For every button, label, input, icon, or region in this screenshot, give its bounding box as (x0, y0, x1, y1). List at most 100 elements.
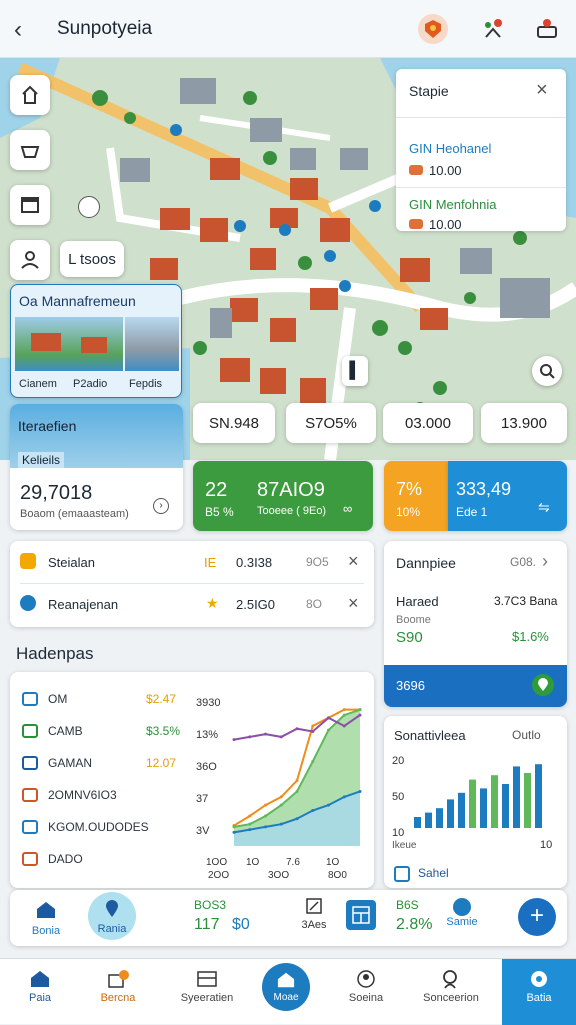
data-point (232, 825, 236, 829)
inbox-icon[interactable] (532, 14, 562, 44)
toolbar-stat: 117 (194, 916, 220, 933)
home-layer-button[interactable] (10, 75, 50, 115)
map-scale-pill[interactable]: L tsoos (60, 241, 124, 277)
list-icon[interactable] (394, 866, 410, 882)
orange-metric-card[interactable]: 7% 10% (384, 461, 448, 531)
close-icon[interactable]: × (536, 79, 548, 102)
data-point (311, 729, 315, 733)
metric-sub: Ede 1 (456, 505, 488, 519)
nav-operations[interactable]: Syeeratien (174, 969, 240, 1004)
nav-search[interactable]: Sonceerion (414, 969, 488, 1004)
detail-value: $1.6% (512, 629, 549, 644)
toolbar-home[interactable]: Bonia (28, 900, 64, 937)
city-map[interactable]: L tsoos Stapie × GIN Heohanel 10.00 GIN … (0, 58, 576, 460)
nav-social[interactable]: Soeina (336, 969, 396, 1004)
filter-icon (20, 595, 36, 611)
basket-icon[interactable] (10, 130, 50, 170)
metric-value: 22 (205, 479, 228, 501)
info-icon[interactable]: › (153, 498, 169, 514)
data-point (342, 708, 346, 712)
popup-item-name: GIN Menfohnia (409, 197, 497, 212)
bar-chart-right-label: Outlo (512, 728, 541, 742)
place-preview-card[interactable]: Oa Mannafremeun Cianem P2adio Fepdis (10, 284, 182, 398)
bar-chart: 205010Ikeue 10 (392, 755, 552, 851)
badge-icon[interactable] (418, 14, 448, 44)
data-point (264, 803, 267, 807)
nav-recent[interactable]: Bercna (88, 969, 148, 1004)
preview-caption: Cianem (19, 378, 57, 390)
layers-icon[interactable] (10, 185, 50, 225)
detail-card[interactable]: Dannpiee G08. › Haraed 3.7C3 Bana Boome … (384, 541, 567, 707)
toolbar-edit[interactable]: 3Aes (296, 898, 332, 931)
location-share-icon[interactable] (478, 14, 508, 44)
bar (469, 779, 476, 828)
legend-icon (22, 852, 38, 866)
popup-item-name: GIN Heohanel (409, 141, 492, 156)
bar (535, 764, 542, 828)
data-point (311, 809, 315, 813)
data-point (232, 830, 236, 834)
calculator-icon[interactable] (346, 900, 376, 930)
chevron-right-icon[interactable]: › (542, 551, 548, 572)
y-tick-label: 3930 (196, 697, 220, 709)
nav-data[interactable]: Batia (502, 959, 576, 1025)
search-icon[interactable] (532, 356, 562, 386)
metric-sub: 10% (396, 505, 421, 519)
legend-label: 2OMNV6IO3 (48, 788, 117, 802)
user-location-icon[interactable] (10, 240, 50, 280)
detail-label: Haraed (396, 594, 439, 609)
x-tick-label: 1O (246, 857, 260, 868)
stat-chip[interactable]: 03.000 (383, 403, 473, 443)
link-icon[interactable]: ∞ (343, 501, 352, 516)
app-header: ‹ Sunpotyeia (0, 0, 576, 58)
toolbar-stat: $0 (232, 916, 250, 933)
popup-title: Stapie (409, 83, 449, 99)
filter-label: Steialan (48, 555, 95, 570)
pin-icon[interactable] (78, 196, 100, 218)
toolbar-label: Samie (446, 916, 478, 928)
stat-chip[interactable]: SN.948 (193, 403, 275, 443)
nav-label: Paia (28, 992, 52, 1004)
pin-icon[interactable] (532, 674, 554, 696)
bar (425, 812, 432, 828)
close-icon[interactable]: × (348, 551, 359, 572)
bar (447, 799, 454, 828)
map-marker[interactable]: ▌ (342, 356, 368, 386)
data-point (248, 822, 252, 826)
data-point (264, 814, 267, 818)
filter-v3: 8O (306, 597, 323, 611)
summary-card[interactable]: Iteraefien Kelieils 29,7018 Boaom (emaaa… (10, 404, 183, 530)
blue-metric-card[interactable]: 333,49 Ede 1 ⇋ (448, 461, 567, 531)
nav-main[interactable]: Moae (262, 963, 310, 1011)
y-tick-label: 37 (196, 793, 208, 805)
green-metric-card[interactable]: 22 87AIO9 B5 % Tooeee ( 9Eo) ∞ (193, 461, 373, 531)
summary-sub: Boaom (emaaasteam) (20, 508, 129, 520)
summary-tag: Kelieils (18, 452, 65, 468)
share-icon[interactable]: ⇋ (538, 499, 550, 516)
legend-icon (22, 788, 38, 802)
data-point (248, 814, 252, 818)
detail-footer[interactable]: 3696 (384, 665, 567, 707)
toolbar-save[interactable]: Samie (444, 898, 480, 928)
add-button[interactable]: + (518, 898, 556, 936)
section-title: Hadenpas (16, 644, 94, 663)
detail-title: Dannpiee (396, 555, 456, 571)
bar (524, 773, 531, 828)
x-tick-label: 1O (326, 857, 340, 868)
nav-home[interactable]: Paia (12, 969, 68, 1004)
bar (502, 784, 509, 828)
back-button[interactable]: ‹ (14, 16, 22, 44)
filter-v1: ★ (206, 595, 219, 611)
bar-chart-title: Sonattivleea (394, 728, 466, 743)
x-tick-label: 7.6 (286, 857, 300, 868)
data-point (358, 713, 362, 717)
data-point (295, 817, 299, 821)
popup-item-value: 10.00 (409, 217, 462, 232)
stat-chip[interactable]: S7O5% (286, 403, 376, 443)
stat-chip[interactable]: 13.900 (481, 403, 567, 443)
x-tick-label: 10 (540, 839, 552, 851)
close-icon[interactable]: × (348, 593, 359, 614)
bar (414, 817, 421, 828)
data-point (327, 716, 330, 720)
toolbar-places[interactable]: Rania (88, 892, 136, 940)
